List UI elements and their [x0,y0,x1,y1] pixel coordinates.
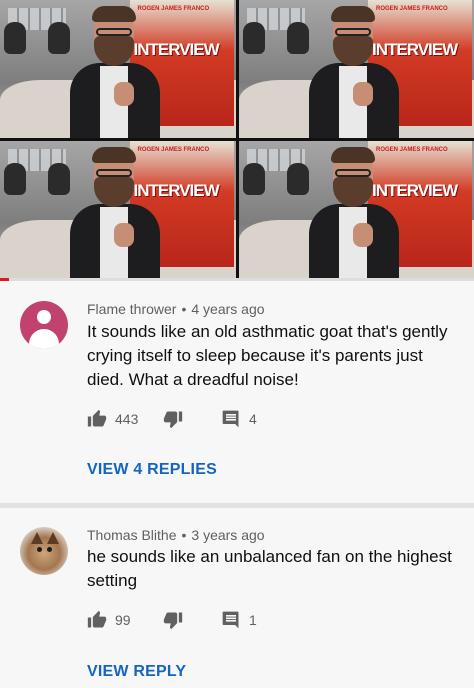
comment-author[interactable]: Thomas Blithe [87,527,176,543]
comment-actions: 99 1 [87,608,257,632]
video-frame: ROGEN JAMES FRANCO INTERVIEW [0,0,236,138]
like-button[interactable]: 443 [87,409,139,429]
dislike-button[interactable] [163,610,183,630]
reply-count: 1 [249,612,257,628]
laughing-man [70,6,160,138]
view-replies-link[interactable]: VIEW REPLY [87,663,186,681]
reply-count: 4 [249,411,257,427]
cat-photo-avatar[interactable] [20,527,68,575]
thumbs-down-icon [163,411,183,429]
default-user-avatar[interactable] [20,301,68,349]
comment-author[interactable]: Flame thrower [87,301,176,317]
comment-icon [222,410,239,428]
reply-button[interactable]: 4 [221,409,257,429]
thumbs-up-icon [87,610,107,628]
comment-text: he sounds like an unbalanced fan on the … [87,547,452,590]
thumbs-up-icon [87,409,107,427]
comment-item: Flame thrower • 4 years ago It sounds like… [0,281,474,503]
comment-age[interactable]: 3 years ago [191,527,264,543]
like-button[interactable]: 99 [87,610,139,630]
laughing-man [308,6,399,138]
laughing-man [308,146,399,278]
video-frame: ROGEN JAMES FRANCO INTERVIEW [0,140,236,278]
video-frame: ROGEN JAMES FRANCO INTERVIEW [238,0,474,138]
comment-meta: Flame thrower • 4 years ago [87,301,265,317]
comment-meta: Thomas Blithe • 3 years ago [87,527,265,543]
view-replies-link[interactable]: VIEW 4 REPLIES [87,461,217,479]
reply-button[interactable]: 1 [221,610,257,630]
separator-dot: • [181,527,187,543]
comment-age[interactable]: 4 years ago [191,301,264,317]
comment-icon [222,611,239,629]
comment-item: Thomas Blithe • 3 years ago he sounds like… [0,508,474,688]
video-thumbnail-grid[interactable]: ROGEN JAMES FRANCO INTERVIEW ROGEN JAMES… [0,0,474,278]
laughing-man [70,146,160,278]
thumbs-down-icon [163,612,183,630]
like-count: 443 [115,411,139,427]
video-frame: ROGEN JAMES FRANCO INTERVIEW [238,140,474,278]
separator-dot: • [181,301,187,317]
dislike-button[interactable] [163,409,183,429]
like-count: 99 [115,612,131,628]
comment-actions: 443 4 [87,407,257,431]
comment-text: It sounds like an old asthmatic goat tha… [87,322,448,389]
